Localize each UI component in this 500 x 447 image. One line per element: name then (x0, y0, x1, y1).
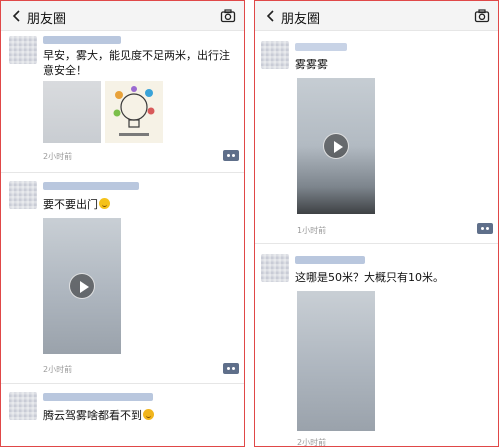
left-screenshot: 朋友圈 早安，雾大，能见度不足两米，出行注意安全！ 2小时前 要不要出门 2小时… (0, 0, 245, 447)
post-text: 要不要出门 (43, 197, 110, 212)
moments-header: 朋友圈 (1, 1, 244, 31)
play-icon[interactable] (69, 273, 95, 299)
chevron-left-icon[interactable] (263, 8, 279, 24)
divider (255, 243, 498, 244)
emoji-icon (143, 409, 154, 420)
moment-post: 雾雾雾 1小时前 (255, 38, 498, 238)
page-title: 朋友圈 (281, 12, 321, 27)
post-photo[interactable] (105, 81, 163, 143)
page-title: 朋友圈 (27, 12, 67, 27)
post-text: 雾雾雾 (295, 58, 328, 71)
username-blurred[interactable] (295, 43, 347, 51)
play-icon[interactable] (323, 133, 349, 159)
divider (1, 172, 244, 173)
emoji-icon (99, 198, 110, 209)
avatar[interactable] (261, 41, 289, 69)
comment-more-icon[interactable] (223, 150, 239, 161)
username-blurred[interactable] (43, 36, 121, 44)
camera-icon[interactable] (220, 8, 236, 24)
divider (1, 383, 244, 384)
moments-header: 朋友圈 (255, 1, 498, 31)
avatar[interactable] (261, 254, 289, 282)
moment-post: 这哪是50米？大概只有10米。 2小时前 (255, 251, 498, 447)
camera-icon[interactable] (474, 8, 490, 24)
username-blurred[interactable] (43, 182, 139, 190)
post-time: 2小时前 (297, 438, 327, 447)
username-blurred[interactable] (43, 393, 153, 401)
moment-post: 早安，雾大，能见度不足两米，出行注意安全！ 2小时前 (1, 32, 244, 172)
post-time: 2小时前 (43, 365, 73, 374)
right-screenshot: 朋友圈 雾雾雾 1小时前 这哪是50米？大概只有10米。 2小时前 (254, 0, 499, 447)
post-video[interactable] (297, 291, 375, 431)
lightbulb-illustration (113, 86, 155, 136)
post-time: 1小时前 (297, 226, 327, 235)
post-video[interactable] (43, 218, 121, 354)
comment-more-icon[interactable] (477, 223, 493, 234)
post-text: 这哪是50米？大概只有10米。 (295, 271, 444, 284)
moment-post: 要不要出门 2小时前 (1, 178, 244, 378)
post-text: 腾云驾雾啥都看不到 (43, 408, 154, 423)
moment-post: 腾云驾雾啥都看不到 (1, 389, 244, 446)
avatar[interactable] (9, 36, 37, 64)
post-text: 早安，雾大，能见度不足两米，出行注意安全！ (43, 49, 230, 77)
avatar[interactable] (9, 392, 37, 420)
chevron-left-icon[interactable] (9, 8, 25, 24)
comment-more-icon[interactable] (223, 363, 239, 374)
post-photo[interactable] (43, 81, 101, 143)
post-time: 2小时前 (43, 152, 73, 161)
post-video[interactable] (297, 78, 375, 214)
avatar[interactable] (9, 181, 37, 209)
username-blurred[interactable] (295, 256, 365, 264)
